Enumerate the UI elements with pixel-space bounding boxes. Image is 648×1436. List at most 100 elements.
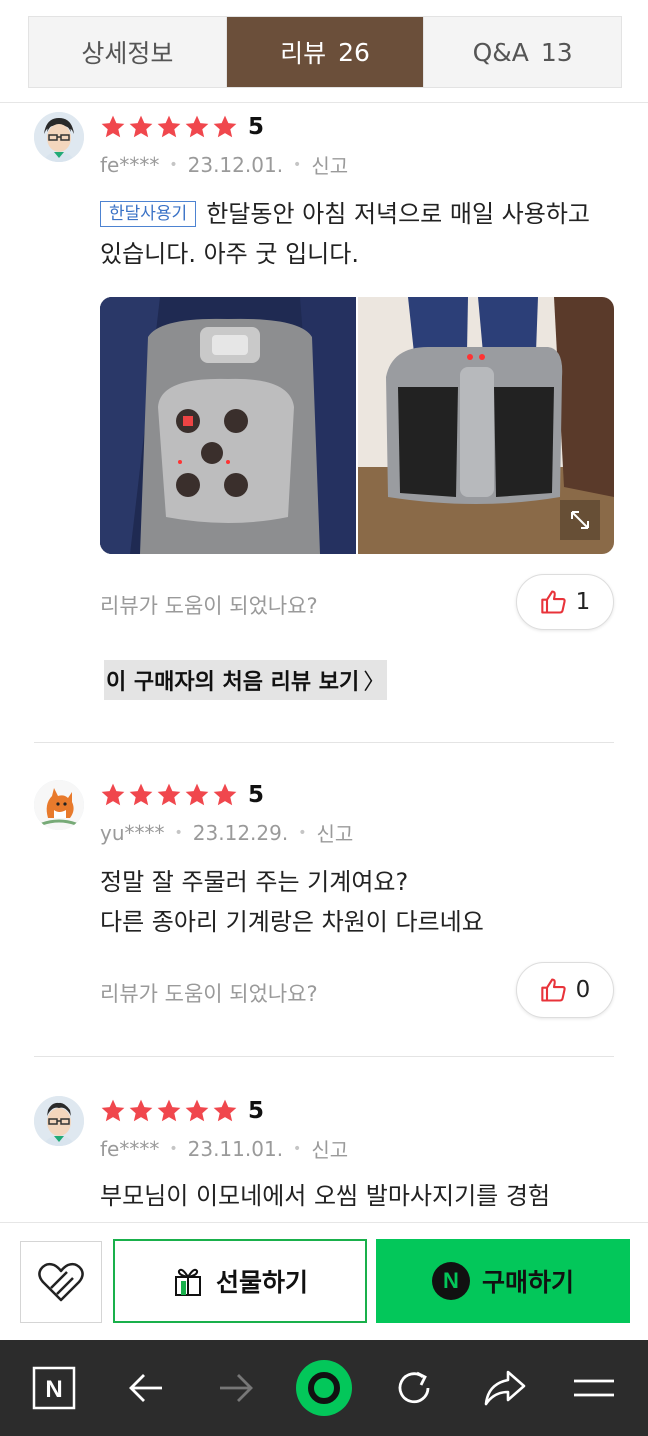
gift-label: 선물하기 xyxy=(215,1268,308,1297)
avatar xyxy=(34,780,84,830)
naver-pay-icon: N xyxy=(431,1262,470,1300)
tab-qna-label: Q&A xyxy=(472,37,529,67)
review-item: 5 fe**** • 23.11.01. • 신고 부모님이 이모네에서 오씸 … xyxy=(34,1096,614,1222)
meta-dot: • xyxy=(293,1140,302,1157)
tab-reviews-label: 리뷰 xyxy=(280,39,327,68)
review-text-block: 한달사용기 한달동안 아침 저녁으로 매일 사용하고 있습니다. 아주 굿 입니다… xyxy=(100,194,610,274)
tab-reviews[interactable]: 리뷰 26 xyxy=(226,17,425,87)
tab-reviews-count: 26 xyxy=(338,37,370,67)
star-rating: 5 xyxy=(100,112,264,142)
like-count: 1 xyxy=(575,589,591,615)
arrow-right-icon xyxy=(220,1374,253,1402)
star-icon xyxy=(185,1099,209,1122)
review-date: 23.12.01. xyxy=(187,152,284,177)
star-icon xyxy=(157,115,181,138)
first-review-label: 이 구매자의 처음 리뷰 보기 xyxy=(106,670,360,695)
star-icon xyxy=(213,115,237,138)
star-icon xyxy=(185,115,209,138)
gift-icon xyxy=(174,1268,201,1296)
report-link[interactable]: 신고 xyxy=(311,1134,348,1163)
tabs-divider xyxy=(0,102,648,103)
home-letter: N xyxy=(45,1376,62,1403)
chevron-right-icon: 〉 xyxy=(363,670,386,695)
green-dot-button[interactable] xyxy=(292,1356,356,1420)
review-photos[interactable] xyxy=(100,297,614,554)
review-divider xyxy=(34,1056,614,1057)
review-meta: fe**** • 23.11.01. • 신고 xyxy=(100,1134,348,1163)
menu-icon xyxy=(574,1379,614,1397)
star-icon xyxy=(213,783,237,806)
star-icon xyxy=(101,115,125,138)
review-text-block: 정말 잘 주물러 주는 기계여요? 다른 종아리 기계랑은 차원이 다르네요 xyxy=(100,862,610,942)
buy-button[interactable]: N 구매하기 xyxy=(376,1239,630,1323)
star-rating: 5 xyxy=(100,1096,264,1126)
meta-dot: • xyxy=(169,1140,178,1157)
review-photo[interactable] xyxy=(100,297,356,554)
tab-details-label: 상세정보 xyxy=(81,39,174,68)
review-text: 부모님이 이모네에서 오씸 발마사지기를 경험 xyxy=(100,1182,551,1210)
expand-icon[interactable] xyxy=(560,500,600,540)
review-date: 23.11.01. xyxy=(187,1136,284,1161)
review-item: 5 fe**** • 23.12.01. • 신고 한달사용기 한달동안 아침 저… xyxy=(34,112,614,712)
avatar xyxy=(34,112,84,162)
tab-qna-count: 13 xyxy=(540,37,573,67)
arrow-left-icon xyxy=(129,1374,162,1402)
review-text: 다른 종아리 기계랑은 차원이 다르네요 xyxy=(100,908,484,936)
review-meta: fe**** • 23.12.01. • 신고 xyxy=(100,150,348,179)
helpful-question: 리뷰가 도움이 되었나요? xyxy=(100,982,318,1006)
menu-button[interactable] xyxy=(566,1360,622,1416)
heart-icon xyxy=(38,1262,84,1302)
review-text-block: 부모님이 이모네에서 오씸 발마사지기를 경험 xyxy=(100,1176,610,1216)
review-photo[interactable] xyxy=(358,297,614,554)
review-user: yu**** xyxy=(100,820,165,845)
meta-dot: • xyxy=(174,824,183,841)
share-button[interactable] xyxy=(476,1360,532,1416)
like-button[interactable]: 1 xyxy=(516,574,614,630)
like-button[interactable]: 0 xyxy=(516,962,614,1018)
refresh-button[interactable] xyxy=(386,1360,442,1416)
review-score: 5 xyxy=(248,782,265,808)
review-item: 5 yu**** • 23.12.29. • 신고 정말 잘 주물러 주는 기계… xyxy=(34,780,614,1030)
back-button[interactable] xyxy=(118,1360,174,1416)
star-icon xyxy=(129,783,153,806)
thumbs-up-icon xyxy=(540,978,566,1002)
report-link[interactable]: 신고 xyxy=(316,818,353,847)
review-score: 5 xyxy=(248,1098,265,1124)
home-button[interactable]: N xyxy=(26,1360,82,1416)
refresh-icon xyxy=(398,1371,430,1404)
star-icon xyxy=(213,1099,237,1122)
thumbs-up-icon xyxy=(540,590,566,614)
star-icon xyxy=(101,783,125,806)
tab-qna[interactable]: Q&A 13 xyxy=(424,17,621,87)
star-icon xyxy=(129,115,153,138)
first-review-link[interactable]: 이 구매자의 처음 리뷰 보기 〉 xyxy=(104,660,388,700)
green-dot-icon xyxy=(296,1360,352,1416)
naver-home-icon: N xyxy=(32,1366,76,1410)
star-icon xyxy=(157,783,181,806)
star-rating: 5 xyxy=(100,780,264,810)
review-badge: 한달사용기 xyxy=(100,201,197,227)
wishlist-button[interactable] xyxy=(20,1241,102,1323)
review-date: 23.12.29. xyxy=(192,820,289,845)
review-user: fe**** xyxy=(100,152,160,177)
purchase-action-bar: 선물하기 N 구매하기 xyxy=(0,1222,648,1340)
review-text: 정말 잘 주물러 주는 기계여요? xyxy=(100,868,409,896)
report-link[interactable]: 신고 xyxy=(311,150,348,179)
avatar xyxy=(34,1096,84,1146)
meta-dot: • xyxy=(298,824,307,841)
star-icon xyxy=(101,1099,125,1122)
gift-button[interactable]: 선물하기 xyxy=(113,1239,367,1323)
browser-nav-bar: N xyxy=(0,1340,648,1436)
review-tabs: 상세정보 리뷰 26 Q&A 13 xyxy=(28,16,622,88)
forward-button[interactable] xyxy=(208,1360,264,1416)
star-icon xyxy=(157,1099,181,1122)
like-count: 0 xyxy=(575,977,591,1003)
star-icon xyxy=(185,783,209,806)
share-icon xyxy=(484,1370,526,1406)
buy-label: 구매하기 xyxy=(481,1268,574,1297)
meta-dot: • xyxy=(293,156,302,173)
star-icon xyxy=(129,1099,153,1122)
meta-dot: • xyxy=(169,156,178,173)
tab-details[interactable]: 상세정보 xyxy=(29,17,227,87)
review-user: fe**** xyxy=(100,1136,160,1161)
